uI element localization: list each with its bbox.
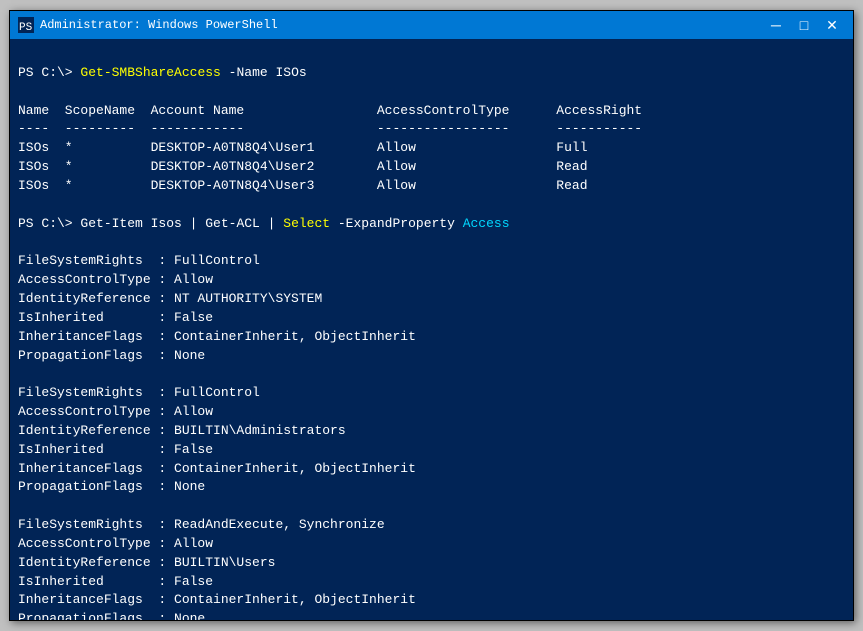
prompt-1: PS C:\> [18, 65, 80, 80]
terminal-body[interactable]: PS C:\> Get-SMBShareAccess -Name ISOs Na… [10, 39, 853, 620]
cmd2-keyword: Select [283, 216, 330, 231]
powershell-window: PS Administrator: Windows PowerShell ─ □… [9, 10, 854, 621]
svg-text:PS: PS [19, 22, 33, 33]
minimize-button[interactable]: ─ [763, 15, 789, 35]
cmd2-pre: Get-Item Isos | Get-ACL | [80, 216, 283, 231]
powershell-icon: PS [18, 17, 34, 33]
window-title: Administrator: Windows PowerShell [40, 18, 763, 32]
acl-block-1: FileSystemRights : FullControl AccessCon… [18, 253, 416, 620]
cmd2-mid: -ExpandProperty [330, 216, 463, 231]
title-bar: PS Administrator: Windows PowerShell ─ □… [10, 11, 853, 39]
prompt-2: PS C:\> [18, 216, 80, 231]
cmd1-name: Get-SMBShareAccess [80, 65, 220, 80]
close-button[interactable]: ✕ [819, 15, 845, 35]
window-controls: ─ □ ✕ [763, 15, 845, 35]
cmd1-params: -Name ISOs [221, 65, 307, 80]
table-header: Name ScopeName Account Name AccessContro… [18, 103, 642, 193]
maximize-button[interactable]: □ [791, 15, 817, 35]
cmd2-value: Access [463, 216, 510, 231]
